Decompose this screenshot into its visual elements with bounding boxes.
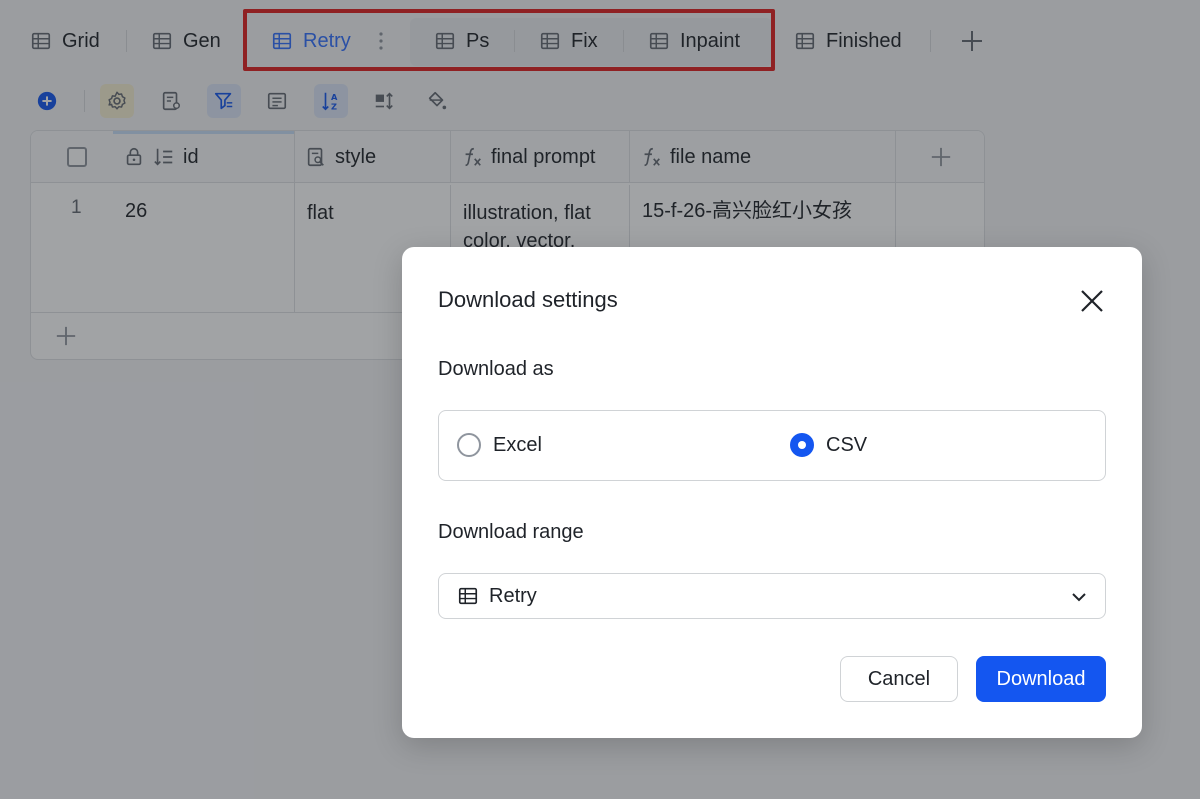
cancel-button[interactable]: Cancel (840, 656, 958, 702)
excel-radio[interactable] (457, 433, 481, 457)
dialog-title: Download settings (438, 287, 618, 312)
download-range-select[interactable]: Retry (438, 573, 1106, 619)
download-button[interactable]: Download (976, 656, 1106, 702)
download-as-label: Download as (438, 358, 554, 380)
close-icon[interactable] (1078, 287, 1106, 315)
csv-radio[interactable] (790, 433, 814, 457)
option-label: CSV (826, 433, 868, 456)
option-excel[interactable]: Excel (457, 433, 542, 457)
grid-table-icon (458, 587, 478, 605)
download-settings-dialog: Download settings Download as Excel CSV … (402, 247, 1142, 738)
chevron-down-icon (1072, 593, 1086, 602)
option-csv[interactable]: CSV (790, 433, 867, 457)
format-options: Excel CSV (438, 410, 1106, 481)
option-label: Excel (493, 433, 542, 456)
download-range-label: Download range (438, 521, 584, 543)
select-value: Retry (489, 584, 537, 607)
